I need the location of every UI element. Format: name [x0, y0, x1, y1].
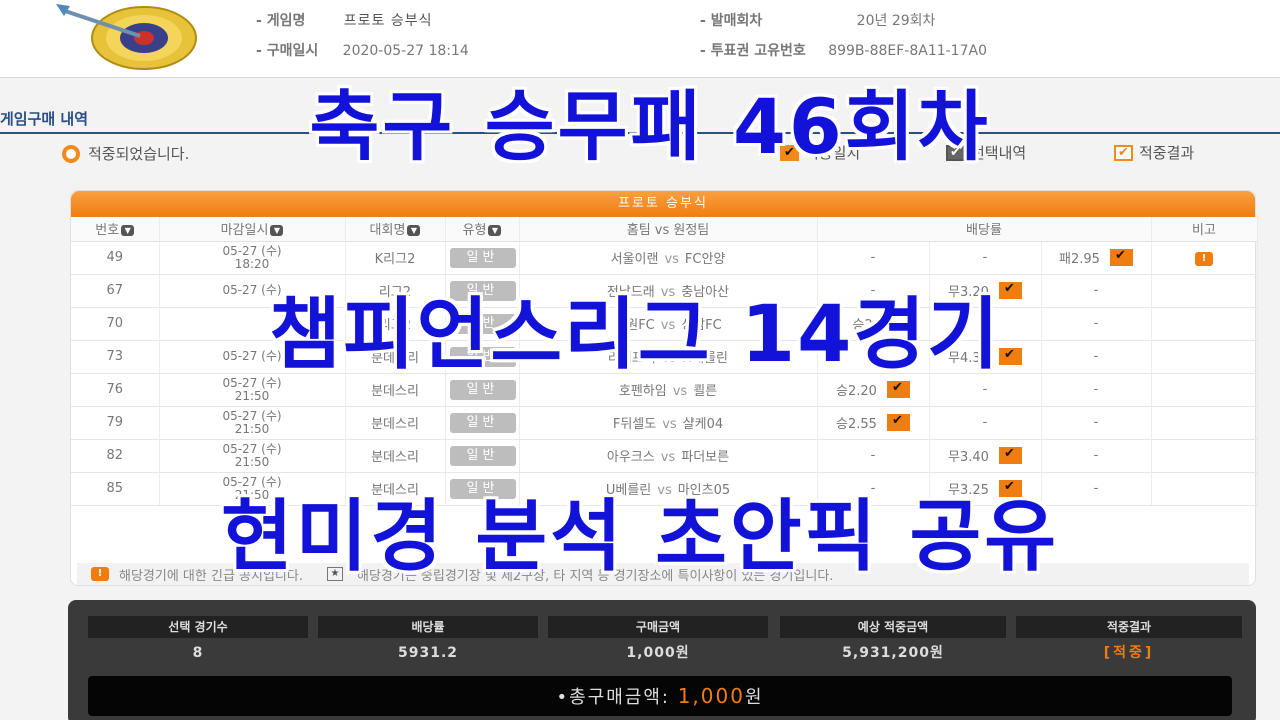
- odds-lose: -: [1041, 406, 1152, 440]
- summary-selected-count: 선택 경기수 8: [88, 616, 308, 676]
- purchase-time-field: 구매일시 2020-05-27 18:14: [256, 40, 469, 60]
- row-no: 79: [71, 406, 160, 440]
- odds-lose: -: [1041, 439, 1152, 473]
- selected-check-icon: [886, 413, 910, 431]
- row-type: 일반: [445, 406, 520, 440]
- odds-draw: -: [929, 406, 1042, 440]
- away-team: 샬케04: [682, 417, 724, 432]
- summary-value: 5931.2: [397, 645, 459, 661]
- table-header-row: 번호 ▼ 마감일시 ▼ 대회명 ▼ 유형 ▼ 홈팀 vs 원정팀 배당률 비고: [71, 217, 1258, 242]
- row-type: 일반: [445, 439, 520, 473]
- summary-value: 1,000원: [626, 645, 690, 661]
- col-note: 비고: [1151, 217, 1258, 242]
- home-team: 서울이랜: [610, 252, 659, 267]
- note-cell: [1151, 439, 1258, 473]
- row-type: 일반: [445, 241, 520, 275]
- screen: 게임명 프로토 승부식 구매일시 2020-05-27 18:14 발매회차 2…: [0, 0, 1280, 720]
- summary-head: 선택 경기수: [88, 616, 308, 638]
- purchase-summary: 선택 경기수 8 배당률 5931.2 구매금액 1,000원 예상 적중금액 …: [68, 600, 1256, 720]
- round-field: 발매회차 20년 29회차: [700, 10, 935, 30]
- away-team: 파더보른: [681, 450, 730, 465]
- row-match: F뒤셀도 vs 샬케04: [519, 406, 818, 440]
- summary-value: [적중]: [1103, 645, 1155, 661]
- summary-value: 5,931,200원: [842, 645, 944, 661]
- purchase-time-value: 2020-05-27 18:14: [342, 43, 469, 59]
- row-match: 아우크스 vs 파더보른: [519, 439, 818, 473]
- round-value: 20년 29회차: [856, 13, 936, 29]
- col-deadline[interactable]: 마감일시 ▼: [159, 217, 346, 242]
- summary-odds: 배당률 5931.2: [318, 616, 538, 676]
- away-team: FC안양: [684, 252, 726, 267]
- home-team: 아우크스: [606, 450, 655, 465]
- caption-line-3: 현미경 분석 초안픽 공유: [220, 492, 1060, 582]
- ticket-id-field: 투표권 고유번호 899B-88EF-8A11-17A0: [700, 40, 987, 60]
- away-team: 쾰른: [693, 384, 718, 399]
- caption-line-2: 챔피언스리그 14경기: [269, 290, 1001, 380]
- vs-separator: vs: [662, 417, 677, 432]
- vs-separator: vs: [660, 450, 676, 465]
- purchase-time-label: 구매일시: [256, 43, 318, 59]
- type-badge: 일반: [449, 445, 516, 466]
- type-badge: 일반: [449, 247, 516, 268]
- col-league[interactable]: 대회명 ▼: [345, 217, 446, 242]
- row-no: 49: [71, 241, 160, 275]
- home-team: 호펜하임: [618, 384, 667, 399]
- row-league: K리그2: [345, 241, 446, 275]
- game-name-value: 프로토 승부식: [343, 13, 433, 29]
- ticket-id-label: 투표권 고유번호: [700, 43, 806, 59]
- game-name-label: 게임명: [256, 13, 305, 29]
- summary-amount: 구매금액 1,000원: [548, 616, 768, 676]
- target-dart-icon: [56, 4, 197, 70]
- table-row: 4905-27 (수)18:20K리그2일반서울이랜vsFC안양--패2.95!: [71, 241, 1258, 275]
- ticket-id-value: 899B-88EF-8A11-17A0: [828, 43, 987, 59]
- summary-head: 구매금액: [548, 616, 768, 638]
- total-unit: 원: [744, 687, 764, 708]
- alert-icon[interactable]: !: [1195, 251, 1213, 266]
- sort-icon[interactable]: ▼: [270, 225, 284, 237]
- row-no: 82: [71, 439, 160, 473]
- total-amount: 1,000: [677, 684, 745, 708]
- table-row: 7905-27 (수)21:50분데스리일반F뒤셀도vs샬케04승2.55--: [71, 406, 1258, 440]
- home-team: F뒤셀도: [612, 417, 657, 432]
- row-league: 분데스리: [345, 439, 446, 473]
- row-deadline: 05-27 (수) 18:20: [159, 241, 346, 275]
- caption-line-1: 축구 승무패 46회차: [309, 82, 991, 171]
- row-league: 분데스리: [345, 406, 446, 440]
- summary-head: 배당률: [318, 616, 538, 638]
- sort-icon[interactable]: ▼: [407, 225, 421, 237]
- col-type[interactable]: 유형 ▼: [445, 217, 520, 242]
- summary-value: 8: [192, 645, 204, 661]
- sort-icon[interactable]: ▼: [121, 225, 135, 237]
- odds-win: -: [817, 439, 930, 473]
- row-deadline: 05-27 (수) 21:50: [159, 439, 346, 473]
- game-name-field: 게임명 프로토 승부식: [256, 10, 433, 30]
- vs-separator: vs: [664, 252, 679, 267]
- row-deadline: 05-27 (수) 21:50: [159, 406, 346, 440]
- note-cell: !: [1151, 241, 1258, 275]
- odds-draw: 무3.40: [929, 439, 1042, 473]
- note-cell: [1151, 406, 1258, 440]
- vs-separator: vs: [672, 384, 688, 399]
- odds-win: -: [817, 241, 930, 275]
- total-purchase-bar: •총구매금액: 1,000원: [88, 676, 1232, 716]
- summary-head: 적중결과: [1016, 616, 1242, 638]
- total-label: •총구매금액:: [556, 687, 670, 708]
- summary-expected-payout: 예상 적중금액 5,931,200원: [780, 616, 1006, 676]
- odds-lose: 패2.95: [1041, 241, 1152, 275]
- odds-win: 승2.55: [817, 406, 930, 440]
- selected-check-icon: [998, 446, 1022, 464]
- col-match: 홈팀 vs 원정팀: [519, 217, 818, 242]
- table-row: 8205-27 (수)21:50분데스리일반 아우크스 vs 파더보른 -무3.40-: [71, 439, 1258, 473]
- row-match: 서울이랜 vs FC안양: [519, 241, 818, 275]
- selected-check-icon: [1109, 248, 1133, 266]
- panel-title: 프로토 승부식: [71, 191, 1255, 217]
- type-badge: 일반: [449, 412, 516, 433]
- odds-draw: -: [929, 241, 1042, 275]
- round-label: 발매회차: [700, 13, 762, 29]
- col-no[interactable]: 번호 ▼: [71, 217, 160, 242]
- sort-icon[interactable]: ▼: [488, 225, 502, 237]
- col-odds: 배당률: [817, 217, 1152, 242]
- summary-head: 예상 적중금액: [780, 616, 1006, 638]
- summary-result: 적중결과 [적중]: [1016, 616, 1242, 676]
